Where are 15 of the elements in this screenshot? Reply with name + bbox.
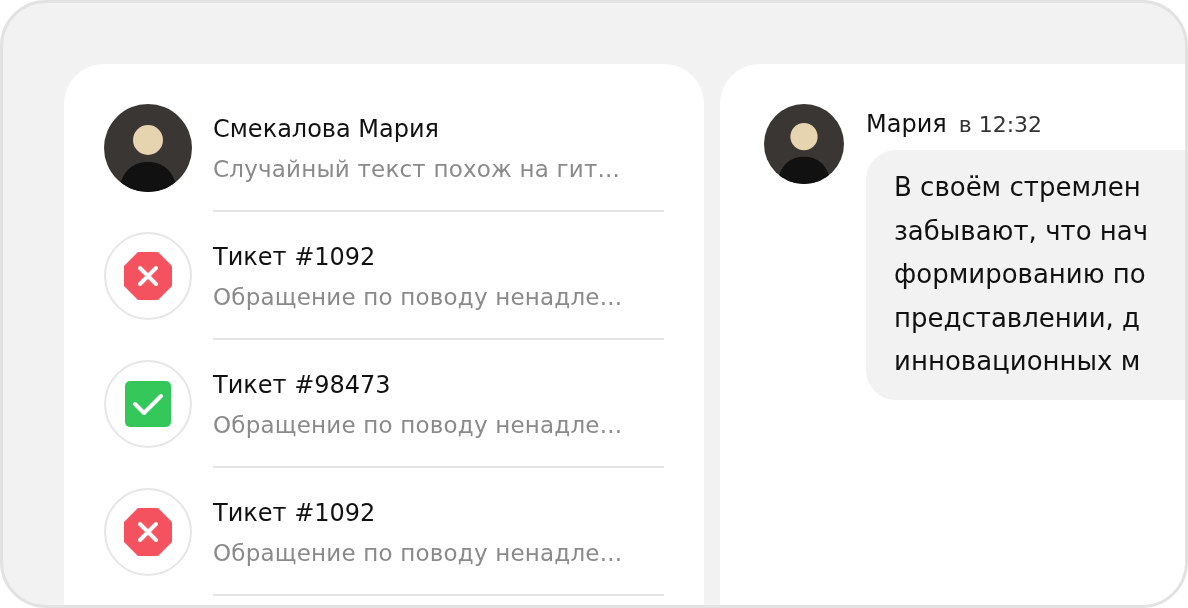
conversation-title[interactable]: Тикет #1092 — [213, 498, 664, 528]
message-author: Мария — [866, 110, 947, 138]
conversation-title[interactable]: Тикет #1092 — [213, 242, 664, 272]
message-line: В своём стремлен — [894, 171, 1142, 204]
conversation-title[interactable]: Тикет #98473 — [213, 370, 664, 400]
conversation-preview: Случайный текст похож на гит... — [213, 155, 622, 184]
conversation-preview: Обращение по поводу ненадле... — [213, 411, 624, 440]
message-line: забывают, что нач — [894, 214, 1150, 248]
message-line: инновационных м — [894, 345, 1142, 378]
message-line: формированию по — [894, 258, 1147, 291]
message-time: в 12:32 — [958, 112, 1043, 137]
message-line: представлении, д — [894, 301, 1142, 335]
conversation-preview: Обращение по поводу ненадле... — [213, 539, 624, 568]
conversation-title[interactable]: Смекалова Мария — [213, 114, 664, 144]
conversation-preview: Обращение по поводу ненадле... — [213, 283, 624, 312]
